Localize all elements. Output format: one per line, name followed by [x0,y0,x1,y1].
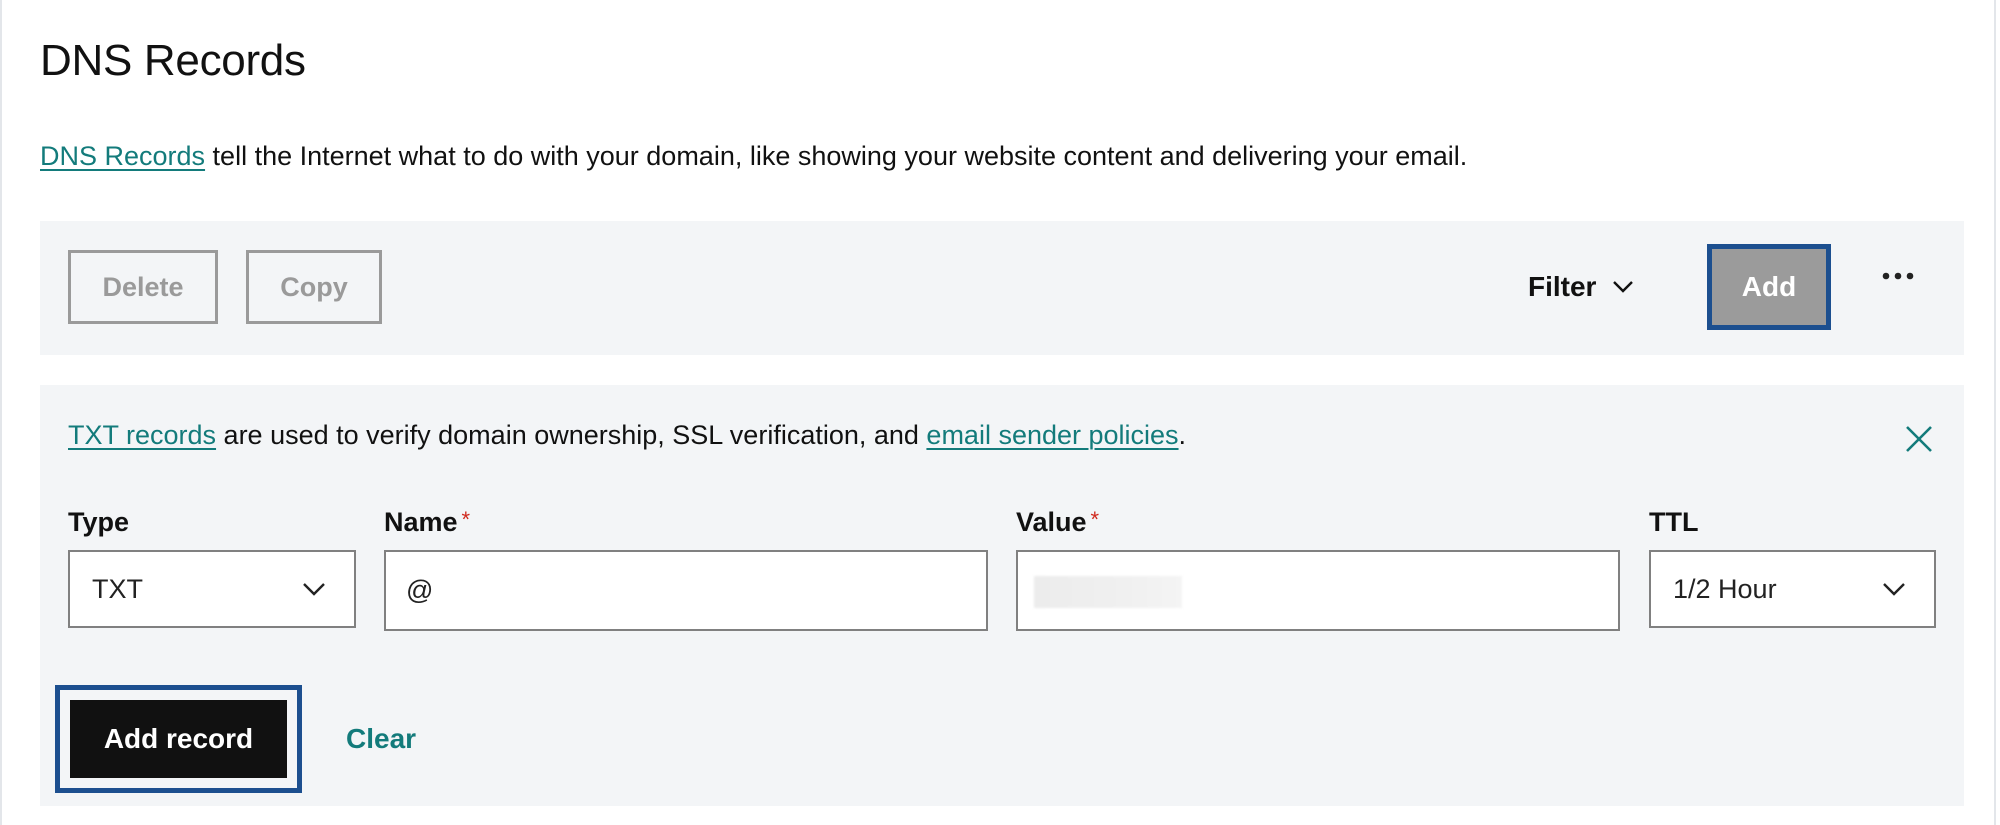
email-sender-policies-link[interactable]: email sender policies [926,420,1178,450]
ellipsis-icon [1882,272,1914,280]
filter-label: Filter [1528,271,1597,302]
type-label-text: Type [68,507,130,537]
value-label: Value * [1016,507,1099,538]
copy-button[interactable]: Copy [246,250,382,324]
value-field-wrapper [1016,550,1620,631]
info-period: . [1178,420,1187,450]
dns-records-card: DNS Records DNS Records tell the Interne… [0,0,1996,825]
filter-dropdown[interactable]: Filter [1528,265,1634,309]
chevron-down-icon [1883,583,1905,596]
description-text: tell the Internet what to do with your d… [205,141,1468,171]
delete-button[interactable]: Delete [68,250,218,324]
redacted-value [1034,576,1182,608]
more-options-button[interactable] [1878,261,1918,291]
ttl-label-text: TTL [1649,507,1699,537]
close-panel-button[interactable] [1902,422,1936,456]
type-select-value: TXT [92,573,143,604]
name-label-text: Name [384,507,458,537]
clear-button[interactable]: Clear [346,723,416,755]
txt-records-info: TXT records are used to verify domain ow… [68,420,1186,451]
dns-records-link[interactable]: DNS Records [40,141,205,171]
name-field-wrapper [384,550,988,631]
records-toolbar: Delete Copy Filter Add [40,221,1964,355]
ttl-select[interactable]: 1/2 Hour [1649,550,1936,628]
add-button-focus-ring: Add [1707,244,1831,330]
required-asterisk: * [1090,507,1100,532]
chevron-down-icon [303,583,325,596]
add-button[interactable]: Add [1712,249,1826,325]
chevron-down-icon [1613,281,1634,293]
close-icon [1906,426,1932,452]
type-label: Type [68,507,129,538]
name-label: Name * [384,507,470,538]
name-input[interactable] [386,575,986,606]
ttl-label: TTL [1649,507,1698,538]
txt-records-link[interactable]: TXT records [68,420,216,450]
ttl-select-value: 1/2 Hour [1673,573,1777,604]
page-description: DNS Records tell the Internet what to do… [40,141,1467,172]
value-label-text: Value [1016,507,1087,537]
page-title: DNS Records [40,36,306,85]
add-record-button[interactable]: Add record [70,700,287,778]
add-record-focus-ring: Add record [55,685,302,793]
type-select[interactable]: TXT [68,550,356,628]
required-asterisk: * [461,507,471,532]
add-record-panel: TXT records are used to verify domain ow… [40,385,1964,806]
info-text: are used to verify domain ownership, SSL… [216,420,927,450]
